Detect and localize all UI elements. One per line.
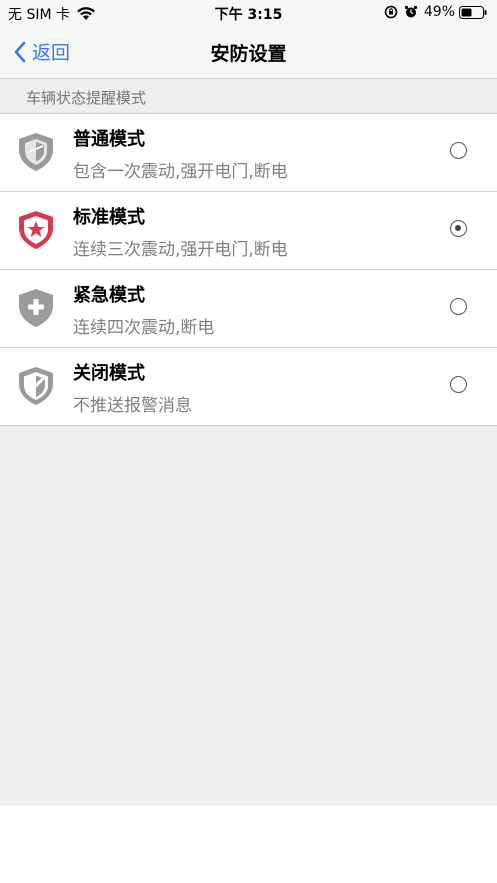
status-right: 49% [384,4,487,20]
shield-plus-grey-icon [19,289,53,327]
shield-slash-grey-icon [19,367,53,405]
battery-percent: 49% [423,4,455,20]
shield-star-red-icon [19,211,53,249]
mode-row-emergency[interactable]: 紧急模式 连续四次震动,断电 [0,270,497,348]
mode-list: 普通模式 包含一次震动,强开电门,断电 标准模式 连续三次震动,强开电门,断电 … [0,114,497,426]
navigation-bar: 返回 安防设置 [0,26,497,79]
mode-subtitle: 不推送报警消息 [73,396,192,416]
section-header: 车辆状态提醒模式 [0,79,497,114]
radio-button-selected[interactable] [450,220,467,237]
mode-title: 普通模式 [73,129,145,150]
radio-button[interactable] [450,142,467,159]
mode-title: 紧急模式 [73,285,145,306]
empty-background [0,426,497,806]
rotation-lock-icon [384,5,398,19]
status-bar: 无 SIM 卡 下午 3:15 49% [0,0,497,26]
radio-dot [455,225,461,231]
page-title: 安防设置 [210,43,287,65]
radio-button[interactable] [450,298,467,315]
mode-subtitle: 连续四次震动,断电 [73,318,215,338]
mode-title: 关闭模式 [73,363,145,384]
section-header-label: 车辆状态提醒模式 [26,89,147,107]
shield-grey-icon [19,133,53,171]
mode-row-normal[interactable]: 普通模式 包含一次震动,强开电门,断电 [0,114,497,192]
battery-icon [459,5,487,19]
mode-subtitle: 连续三次震动,强开电门,断电 [73,240,288,260]
mode-subtitle: 包含一次震动,强开电门,断电 [73,162,288,182]
mode-row-standard[interactable]: 标准模式 连续三次震动,强开电门,断电 [0,192,497,270]
radio-button[interactable] [450,376,467,393]
mode-row-off[interactable]: 关闭模式 不推送报警消息 [0,348,497,426]
mode-title: 标准模式 [73,207,145,228]
alarm-icon [404,5,417,18]
